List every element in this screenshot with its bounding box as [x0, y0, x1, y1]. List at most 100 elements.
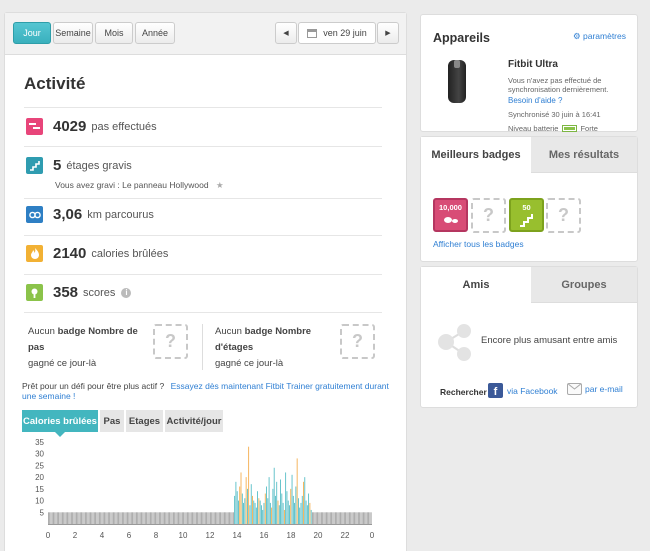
facebook-link[interactable]: f via Facebook: [488, 383, 558, 398]
chart-bar: [305, 500, 307, 524]
calories-row[interactable]: 2140 calories brûlées: [26, 245, 168, 262]
chart-bar: [119, 512, 121, 524]
divider: [24, 146, 382, 147]
friends-network-icon: [438, 324, 471, 361]
x-tick-label: 0: [46, 531, 51, 540]
x-tick-label: 0: [370, 531, 375, 540]
chart-tab-calories[interactable]: Calories brûlées: [22, 410, 98, 432]
tab-mes-resultats[interactable]: Mes résultats: [531, 137, 637, 173]
email-link[interactable]: par e-mail: [567, 383, 623, 395]
chart-bar: [258, 498, 260, 524]
chart-bar: [73, 512, 75, 524]
show-all-badges-link[interactable]: Afficher tous les badges: [433, 239, 524, 249]
chart-bar: [206, 512, 207, 524]
chart-bar: [129, 512, 131, 524]
chart-bar: [296, 458, 298, 524]
chart-bar: [82, 512, 84, 524]
info-icon[interactable]: i: [121, 287, 132, 298]
x-tick-label: 2: [73, 531, 78, 540]
steps-badge-10000[interactable]: 10,000: [433, 198, 468, 232]
chart-bar: [335, 512, 336, 524]
chart-bar: [133, 512, 135, 524]
chart-bar: [347, 512, 349, 524]
chart-bar: [299, 507, 301, 524]
chart-bar: [320, 512, 322, 524]
chart-bar: [130, 512, 132, 524]
chart-bar: [195, 512, 197, 524]
tab-semaine[interactable]: Semaine: [53, 22, 93, 44]
chart-bar: [181, 512, 183, 524]
tab-jour[interactable]: Jour: [13, 22, 51, 44]
chart-bar: [190, 512, 192, 524]
chart-bar: [225, 512, 227, 524]
chart-bar: [81, 512, 82, 524]
help-link[interactable]: Besoin d'aide ?: [508, 96, 562, 105]
tab-meilleurs-badges[interactable]: Meilleurs badges: [421, 137, 531, 173]
scores-icon: [26, 284, 43, 301]
chart-bar: [240, 472, 242, 524]
chart-bar: [340, 512, 341, 524]
chart-bar: [128, 512, 130, 524]
chart-bar: [137, 512, 139, 524]
chart-bar: [62, 512, 63, 524]
settings-label: paramètres: [583, 31, 626, 41]
chart-bar: [78, 512, 80, 524]
chart-bar: [58, 512, 59, 524]
chart-bar: [175, 512, 177, 524]
chart-tab-activite[interactable]: Activité/jour: [165, 410, 223, 432]
y-tick-label: 30: [35, 450, 44, 459]
chart-bar: [132, 512, 133, 524]
next-day-button[interactable]: ▶: [377, 22, 399, 44]
tab-groupes[interactable]: Groupes: [531, 267, 637, 303]
divider: [24, 235, 382, 236]
y-tick-label: 35: [35, 438, 44, 447]
battery-icon: [562, 125, 578, 132]
chart-bar: [69, 512, 71, 524]
prev-day-button[interactable]: ◀: [275, 22, 297, 44]
distance-row[interactable]: 3,06 km parcourus: [26, 206, 154, 223]
chart-bar: [210, 512, 211, 524]
chart-bar: [180, 512, 182, 524]
chart-bar: [361, 512, 363, 524]
chart-bar: [70, 512, 72, 524]
chart-bar: [227, 512, 229, 524]
chart-bar: [309, 502, 311, 524]
chart-bar: [229, 512, 230, 524]
steps-badge-prefix: Aucun: [28, 326, 55, 337]
chart-bar: [136, 512, 137, 524]
chart-bar: [303, 481, 304, 524]
chart-bar: [64, 512, 66, 524]
chart-bar: [110, 512, 112, 524]
chart-bar: [166, 512, 168, 524]
chart-bar: [217, 512, 219, 524]
divider: [24, 274, 382, 275]
chart-bar: [352, 512, 354, 524]
chart-bar: [290, 488, 292, 524]
chart-bar: [79, 512, 81, 524]
chart-bar: [199, 512, 201, 524]
chart-bar: [179, 512, 181, 524]
chart-bar: [271, 507, 273, 524]
floors-badge-50[interactable]: 50: [509, 198, 544, 232]
badge-placeholder: ?: [546, 198, 581, 233]
chart-bar: [160, 512, 162, 524]
chart-bar: [261, 505, 262, 524]
scores-row[interactable]: 358 scores i: [26, 284, 132, 301]
chart-tab-pas[interactable]: Pas: [100, 410, 124, 432]
tab-annee[interactable]: Année: [135, 22, 175, 44]
tab-mois[interactable]: Mois: [95, 22, 133, 44]
chart-bar: [207, 512, 209, 524]
chart-bar: [147, 512, 149, 524]
chart-bar: [285, 472, 287, 524]
chart-bar: [355, 512, 357, 524]
chart-bar: [113, 512, 114, 524]
chart-bar: [91, 512, 93, 524]
steps-row[interactable]: 4029 pas effectués: [26, 118, 157, 135]
tab-amis[interactable]: Amis: [421, 267, 531, 303]
chart-bar: [197, 512, 199, 524]
x-tick-label: 6: [127, 531, 132, 540]
date-picker[interactable]: ven 29 juin: [298, 22, 376, 44]
chart-tab-etages[interactable]: Etages: [126, 410, 163, 432]
settings-link[interactable]: ⚙ paramètres: [573, 31, 626, 42]
floors-row[interactable]: 5 étages gravis: [26, 157, 132, 174]
